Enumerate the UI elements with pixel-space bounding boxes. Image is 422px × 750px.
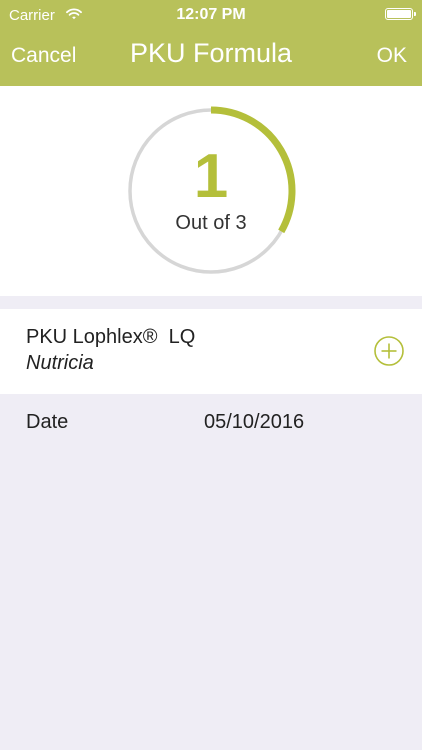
status-bar: Carrier 12:07 PM xyxy=(0,0,422,30)
plus-circle-icon[interactable] xyxy=(373,335,405,367)
navigation-bar: Carrier 12:07 PM Cancel PKU Formula OK xyxy=(0,0,422,86)
product-row[interactable]: PKU Lophlex® LQ Nutricia xyxy=(0,309,422,394)
date-value[interactable]: 05/10/2016 xyxy=(204,411,304,434)
ok-button[interactable]: OK xyxy=(377,44,407,68)
progress-panel: 1 Out of 3 xyxy=(0,86,422,296)
product-brand: Nutricia xyxy=(26,352,94,374)
progress-count: 1 xyxy=(193,142,229,211)
battery-icon xyxy=(385,8,416,20)
product-name: PKU Lophlex® LQ xyxy=(26,326,196,348)
page-title: PKU Formula xyxy=(129,38,293,68)
status-time: 12:07 PM xyxy=(176,6,246,23)
date-label: Date xyxy=(26,411,69,433)
progress-caption: Out of 3 xyxy=(175,212,247,234)
